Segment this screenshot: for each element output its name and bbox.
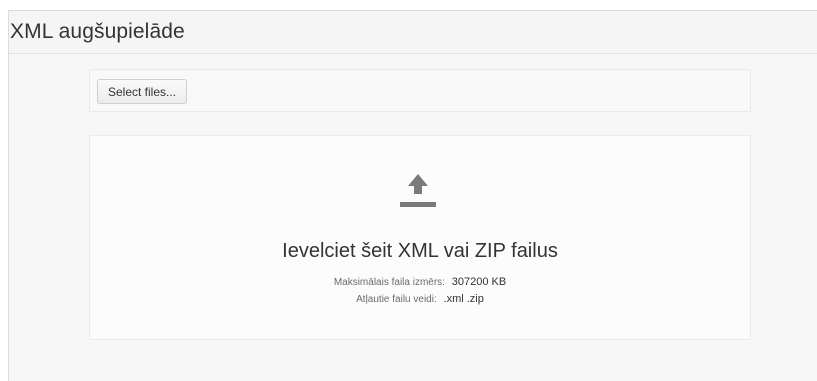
select-files-button[interactable]: Select files... bbox=[97, 79, 188, 104]
max-file-size-row: Maksimālais faila izmērs: 307200 KB bbox=[90, 276, 750, 288]
file-drop-zone[interactable]: Ievelciet šeit XML vai ZIP failus Maksim… bbox=[89, 135, 751, 340]
panel-header: XML augšupielāde bbox=[9, 11, 817, 54]
page-title: XML augšupielāde bbox=[10, 20, 185, 43]
max-file-size-label: Maksimālais faila izmērs: bbox=[333, 277, 445, 288]
upload-panel: XML augšupielāde Select files... Ievelci… bbox=[8, 10, 817, 381]
drop-zone-title: Ievelciet šeit XML vai ZIP failus bbox=[282, 240, 558, 262]
upload-icon bbox=[400, 174, 436, 207]
allowed-file-types-row: Atļautie failu veidi: .xml .zip bbox=[90, 293, 750, 305]
allowed-file-types-label: Atļautie failu veidi: bbox=[356, 294, 437, 305]
select-files-bar: Select files... bbox=[89, 69, 751, 112]
max-file-size-value: 307200 KB bbox=[451, 276, 507, 288]
allowed-file-types-value: .xml .zip bbox=[443, 293, 484, 305]
